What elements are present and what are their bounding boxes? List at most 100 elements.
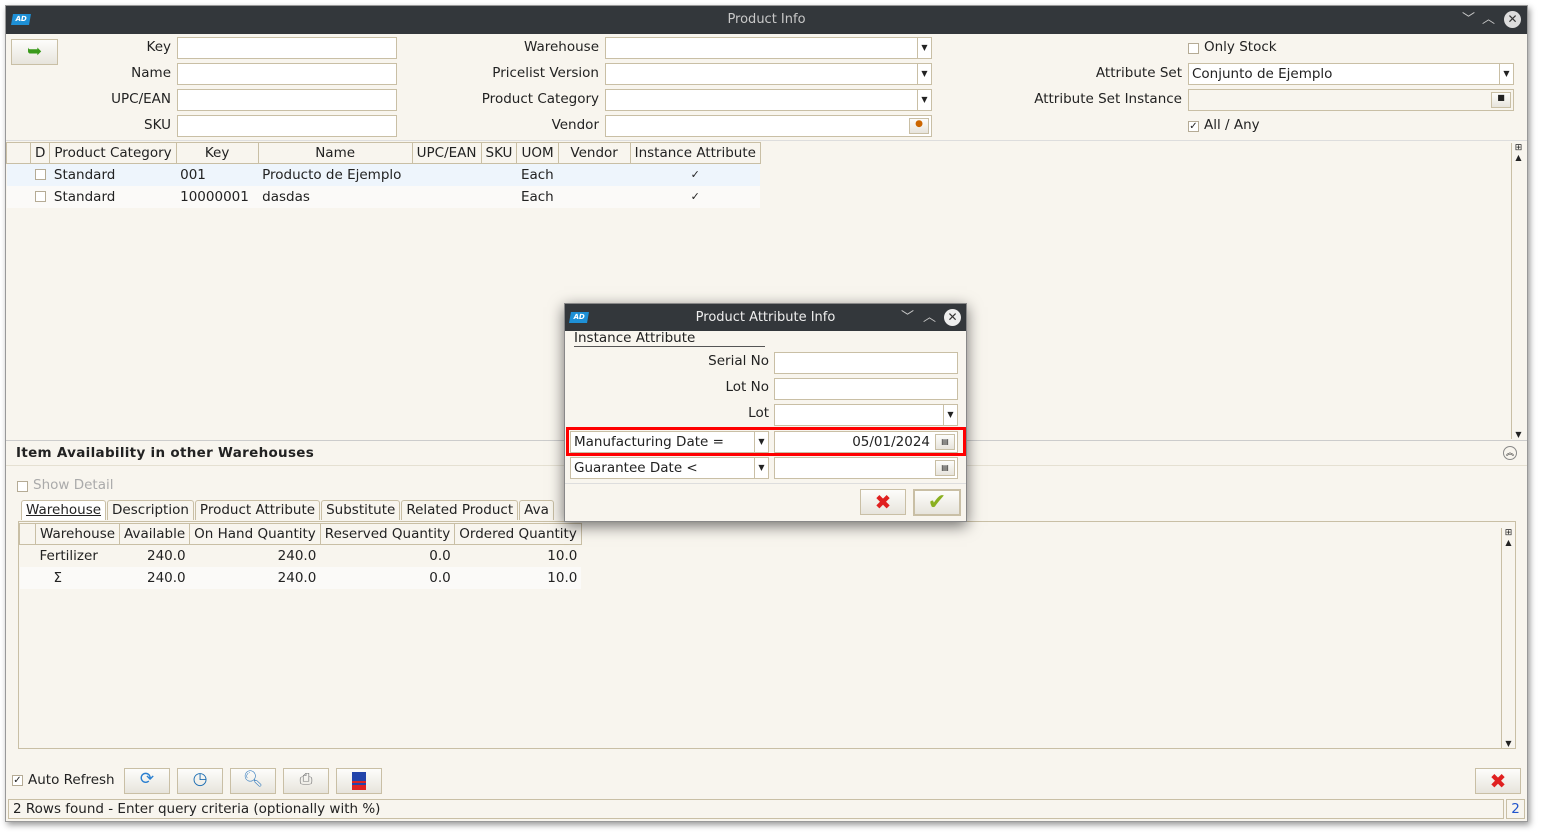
cell-reserved: 0.0 bbox=[429, 569, 451, 586]
chevron-down-icon: ▼ bbox=[754, 458, 768, 478]
auto-refresh-checkbox[interactable]: ✓ bbox=[12, 775, 23, 786]
instance-checkbox: ✓ bbox=[690, 168, 700, 182]
upc-label: UPC/EAN bbox=[111, 91, 171, 107]
col-instance[interactable]: Instance Attribute bbox=[629, 142, 761, 164]
minimize-icon[interactable]: ﹀ bbox=[901, 304, 914, 331]
col-available[interactable]: Available bbox=[119, 523, 191, 545]
col-upc[interactable]: UPC/EAN bbox=[411, 142, 482, 164]
lookup-icon[interactable]: ■ bbox=[1491, 92, 1511, 108]
cell-reserved: 0.0 bbox=[429, 547, 451, 564]
tab-related-product[interactable]: Related Product bbox=[401, 500, 519, 520]
close-icon[interactable]: ✕ bbox=[1504, 11, 1521, 28]
print-button[interactable]: ⎙ bbox=[283, 768, 329, 794]
col-warehouse[interactable]: Warehouse bbox=[34, 523, 121, 545]
vendor-input[interactable]: ● bbox=[605, 115, 932, 137]
scroll-down-icon[interactable]: ▼ bbox=[1502, 739, 1515, 748]
name-label: Name bbox=[131, 65, 171, 81]
chevron-down-icon: ▼ bbox=[917, 64, 931, 84]
cell-category: Standard bbox=[53, 166, 116, 183]
only-stock-checkbox[interactable] bbox=[1188, 43, 1199, 54]
table-row[interactable]: Standard 10000001 dasdas Each ✓ bbox=[6, 185, 761, 208]
vendor-lookup-icon[interactable]: ● bbox=[909, 118, 929, 134]
calendar-icon[interactable]: ▤ bbox=[935, 460, 955, 476]
col-ordered[interactable]: Ordered Quantity bbox=[454, 523, 582, 545]
lot-select[interactable]: ▼ bbox=[774, 404, 958, 426]
table-row[interactable]: Fertilizer 240.0 240.0 0.0 10.0 bbox=[20, 545, 582, 567]
close-icon[interactable]: ✕ bbox=[944, 309, 961, 326]
guarantee-date-input[interactable]: ▤ bbox=[774, 457, 958, 479]
column-chooser-icon[interactable]: ⊞ bbox=[1502, 528, 1515, 538]
col-reserved[interactable]: Reserved Quantity bbox=[319, 523, 456, 545]
attribute-set-instance-input[interactable]: ■ bbox=[1188, 89, 1514, 111]
cell-available: 240.0 bbox=[146, 547, 186, 564]
scroll-down-icon[interactable]: ▼ bbox=[1512, 430, 1525, 439]
col-on-hand[interactable]: On Hand Quantity bbox=[189, 523, 321, 545]
category-select[interactable]: ▼ bbox=[605, 89, 932, 111]
all-any-checkbox[interactable]: ✓ bbox=[1188, 121, 1199, 132]
history-button[interactable]: ◷ bbox=[177, 768, 223, 794]
tab-available[interactable]: Ava bbox=[519, 500, 554, 520]
pricelist-select[interactable]: ▼ bbox=[605, 63, 932, 85]
tab-substitute[interactable]: Substitute bbox=[321, 500, 401, 520]
requery-button[interactable]: ➥ bbox=[11, 39, 58, 65]
attribute-set-select[interactable]: Conjunto de Ejemplo ▼ bbox=[1188, 63, 1514, 85]
col-key[interactable]: Key bbox=[175, 142, 259, 164]
minimize-icon[interactable]: ﹀ bbox=[1462, 6, 1475, 34]
name-input[interactable] bbox=[177, 63, 397, 85]
all-any-label: All / Any bbox=[1204, 117, 1260, 133]
vertical-scrollbar[interactable]: ⊞ ▲ ▼ bbox=[1511, 143, 1525, 439]
zoom-button[interactable]: 🔍︎ bbox=[230, 768, 276, 794]
tab-description[interactable]: Description bbox=[107, 500, 194, 520]
guarantee-date-operator-select[interactable]: Guarantee Date < ▼ bbox=[570, 457, 769, 479]
col-name[interactable]: Name bbox=[257, 142, 413, 164]
discontinued-checkbox[interactable] bbox=[34, 169, 46, 181]
warehouse-select[interactable]: ▼ bbox=[605, 37, 932, 59]
calendar-icon[interactable]: ▤ bbox=[935, 434, 955, 450]
col-d[interactable]: D bbox=[29, 142, 51, 164]
chevron-down-icon: ▼ bbox=[1499, 64, 1513, 84]
col-uom[interactable]: UOM bbox=[516, 142, 559, 164]
manufacturing-date-operator-select[interactable]: Manufacturing Date = ▼ bbox=[570, 431, 769, 453]
ok-button[interactable]: ✔ bbox=[913, 489, 961, 516]
column-chooser-icon[interactable]: ⊞ bbox=[1512, 143, 1525, 153]
attribute-set-label: Attribute Set bbox=[1095, 65, 1182, 81]
tab-product-attribute[interactable]: Product Attribute bbox=[194, 500, 321, 520]
col-vendor[interactable]: Vendor bbox=[557, 142, 631, 164]
cell-uom: Each bbox=[520, 188, 554, 205]
chevron-down-icon: ▼ bbox=[943, 405, 957, 425]
scroll-up-icon[interactable]: ▲ bbox=[1502, 538, 1515, 547]
refresh-button[interactable]: ⟳ bbox=[124, 768, 170, 794]
category-label: Product Category bbox=[481, 91, 599, 107]
sku-input[interactable] bbox=[177, 115, 397, 137]
manufacturing-date-input[interactable]: 05/01/2024 ▤ bbox=[774, 431, 958, 453]
discontinued-checkbox[interactable] bbox=[34, 191, 46, 202]
warehouse-label: Warehouse bbox=[523, 39, 599, 55]
vertical-scrollbar[interactable]: ⊞ ▲ ▼ bbox=[1501, 528, 1515, 748]
cell-ordered: 10.0 bbox=[547, 547, 578, 564]
export-button[interactable] bbox=[336, 768, 382, 794]
grid-header: Warehouse Available On Hand Quantity Res… bbox=[19, 523, 582, 545]
maximize-icon[interactable]: ︿ bbox=[1482, 6, 1495, 34]
serial-no-input[interactable] bbox=[774, 352, 958, 374]
grid-header: D Product Category Key Name UPC/EAN SKU … bbox=[6, 142, 761, 164]
show-detail-checkbox[interactable] bbox=[17, 481, 28, 492]
table-row[interactable]: Standard 001 Producto de Ejemplo Each ✓ bbox=[6, 163, 761, 186]
maximize-icon[interactable]: ︿ bbox=[923, 304, 936, 331]
scroll-up-icon[interactable]: ▲ bbox=[1512, 153, 1525, 162]
cancel-button[interactable]: ✖ bbox=[860, 489, 906, 515]
key-label: Key bbox=[146, 39, 171, 55]
cell-name: Producto de Ejemplo bbox=[262, 166, 402, 183]
upc-input[interactable] bbox=[177, 89, 397, 111]
col-sku[interactable]: SKU bbox=[480, 142, 518, 164]
availability-tabs: Warehouse Description Product Attribute … bbox=[21, 500, 554, 520]
collapse-icon[interactable]: ︽ bbox=[1503, 446, 1517, 460]
close-button[interactable]: ✖ bbox=[1475, 768, 1521, 794]
sku-label: SKU bbox=[144, 117, 171, 133]
cell-on-hand: 240.0 bbox=[277, 569, 317, 586]
warehouse-grid: Warehouse Available On Hand Quantity Res… bbox=[18, 521, 1516, 749]
cell-available: 240.0 bbox=[146, 569, 186, 586]
lot-no-input[interactable] bbox=[774, 378, 958, 400]
key-input[interactable] bbox=[177, 37, 397, 59]
tab-warehouse[interactable]: Warehouse bbox=[21, 500, 107, 520]
col-category[interactable]: Product Category bbox=[49, 142, 177, 164]
